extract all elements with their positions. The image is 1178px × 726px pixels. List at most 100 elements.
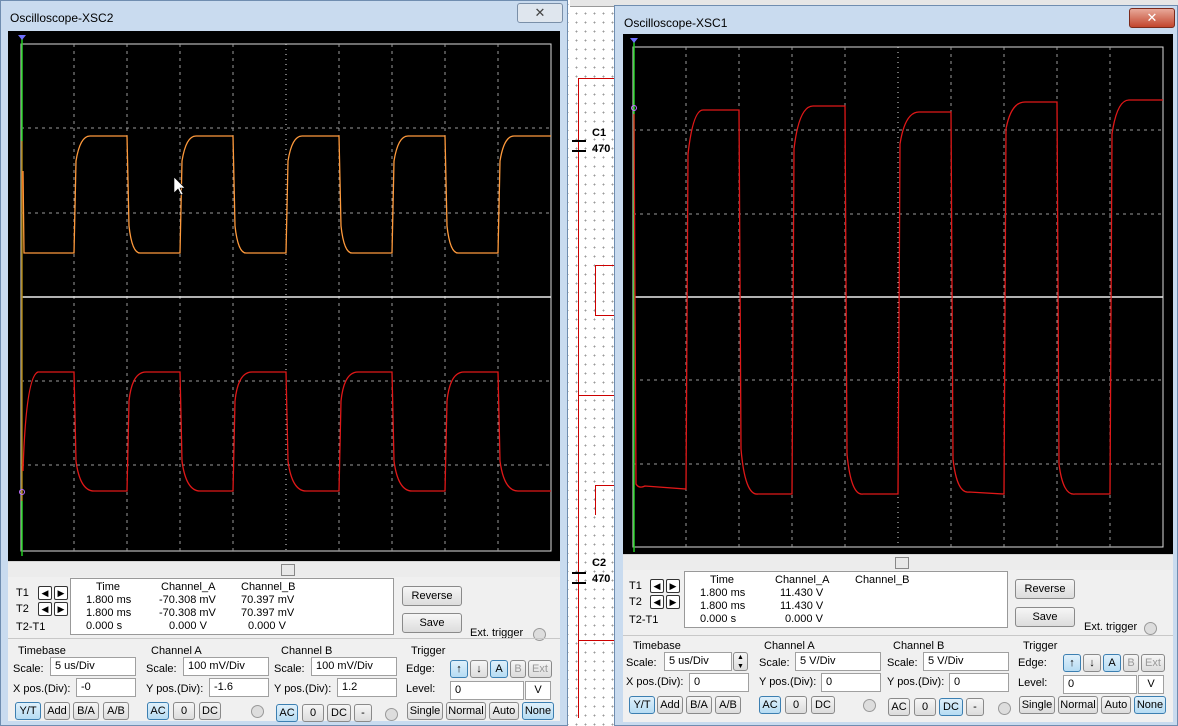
channel-b-dc-button[interactable]: DC xyxy=(939,698,963,716)
trigger-source-a-button[interactable]: A xyxy=(490,660,508,678)
trigger-auto-button[interactable]: Auto xyxy=(489,702,519,720)
save-button[interactable]: Save xyxy=(402,613,462,633)
capacitor-c2-value: 470 xyxy=(592,573,611,585)
channel-a-terminal[interactable] xyxy=(251,705,264,718)
channel-b-invert-button[interactable]: - xyxy=(966,698,984,716)
channel-b-ac-button[interactable]: AC xyxy=(888,698,910,716)
horizontal-scrollbar[interactable] xyxy=(623,554,1173,570)
trigger-single-button[interactable]: Single xyxy=(1019,696,1055,714)
cursor-t1-marker xyxy=(630,38,638,43)
ext-trigger-terminal[interactable] xyxy=(1144,622,1157,635)
add-button[interactable]: Add xyxy=(44,702,70,720)
close-button[interactable]: ✕ xyxy=(1129,8,1175,28)
capacitor-c2-symbol[interactable] xyxy=(572,572,586,584)
yt-button[interactable]: Y/T xyxy=(629,696,655,714)
rising-edge-icon[interactable]: ↑ xyxy=(1063,654,1081,672)
t1-left-arrow-icon[interactable]: ◀ xyxy=(650,579,664,593)
trigger-normal-button[interactable]: Normal xyxy=(446,702,486,720)
trigger-source-b-button[interactable]: B xyxy=(510,660,526,678)
ext-trigger-terminal[interactable] xyxy=(533,628,546,641)
channel-b-terminal[interactable] xyxy=(385,708,398,721)
channel-a-terminal[interactable] xyxy=(863,699,876,712)
graticule-grid xyxy=(21,44,551,551)
b-over-a-button[interactable]: B/A xyxy=(73,702,99,720)
timebase-xpos-field[interactable]: -0 xyxy=(76,678,136,697)
channel-a-ypos-field[interactable]: -1.6 xyxy=(209,678,269,697)
channel-a-scale-field[interactable]: 5 V/Div xyxy=(795,652,881,671)
channel-b-ypos-label: Y pos.(Div): xyxy=(887,676,945,688)
t2-left-arrow-icon[interactable]: ◀ xyxy=(38,602,52,616)
reverse-button[interactable]: Reverse xyxy=(402,586,462,606)
channel-b-zero-button[interactable]: 0 xyxy=(914,698,936,716)
channel-b-dc-button[interactable]: DC xyxy=(327,704,351,722)
trigger-source-b-button[interactable]: B xyxy=(1123,654,1139,672)
trigger-auto-button[interactable]: Auto xyxy=(1101,696,1131,714)
title-bar[interactable]: Oscilloscope-XSC1 ✕ xyxy=(615,6,1177,36)
rising-edge-icon[interactable]: ↑ xyxy=(450,660,468,678)
channel-a-ac-button[interactable]: AC xyxy=(759,696,781,714)
timebase-scale-field[interactable]: 5 us/Div xyxy=(50,657,136,676)
t2-t1-time: 0.000 s xyxy=(700,613,737,625)
yt-button[interactable]: Y/T xyxy=(15,702,41,720)
trigger-source-a-button[interactable]: A xyxy=(1103,654,1121,672)
falling-edge-icon[interactable]: ↓ xyxy=(470,660,488,678)
capacitor-c1-symbol[interactable] xyxy=(572,140,586,152)
trigger-title: Trigger xyxy=(1023,640,1058,652)
channel-a-zero-button[interactable]: 0 xyxy=(785,696,807,714)
trigger-level-unit[interactable]: V xyxy=(525,681,551,700)
channel-b-ypos-field[interactable]: 1.2 xyxy=(337,678,397,697)
scrollbar-thumb[interactable] xyxy=(281,564,295,576)
channel-b-zero-button[interactable]: 0 xyxy=(302,704,324,722)
t2-t1-time: 0.000 s xyxy=(86,620,123,632)
t1-right-arrow-icon[interactable]: ▶ xyxy=(54,586,68,600)
channel-b-scale-field[interactable]: 5 V/Div xyxy=(923,652,1009,671)
t2-t1-label: T2-T1 xyxy=(16,621,46,633)
timebase-scale-field[interactable]: 5 us/Div xyxy=(664,652,732,671)
falling-edge-icon[interactable]: ↓ xyxy=(1083,654,1101,672)
oscilloscope-xsc1-window[interactable]: Oscilloscope-XSC1 ✕ T1 ◀ ▶ T2 ◀ ▶ T2-T1 … xyxy=(614,5,1178,726)
close-button[interactable]: ✕ xyxy=(517,3,563,23)
trigger-source-ext-button[interactable]: Ext xyxy=(528,660,552,678)
t1-right-arrow-icon[interactable]: ▶ xyxy=(666,579,680,593)
a-over-b-button[interactable]: A/B xyxy=(103,702,129,720)
scope-display[interactable] xyxy=(8,31,560,561)
t1-left-arrow-icon[interactable]: ◀ xyxy=(38,586,52,600)
trigger-none-button[interactable]: None xyxy=(1134,696,1166,714)
t2-t1-label: T2-T1 xyxy=(629,614,659,626)
channel-b-invert-button[interactable]: - xyxy=(354,704,372,722)
channel-a-ac-button[interactable]: AC xyxy=(147,702,169,720)
trigger-none-button[interactable]: None xyxy=(522,702,554,720)
channel-b-scale-field[interactable]: 100 mV/Div xyxy=(311,657,397,676)
channel-b-terminal[interactable] xyxy=(998,702,1011,715)
scrollbar-thumb[interactable] xyxy=(895,557,909,569)
channel-b-ypos-field[interactable]: 0 xyxy=(949,673,1009,692)
trigger-single-button[interactable]: Single xyxy=(407,702,443,720)
channel-a-zero-button[interactable]: 0 xyxy=(173,702,195,720)
horizontal-scrollbar[interactable] xyxy=(8,561,560,577)
trigger-source-ext-button[interactable]: Ext xyxy=(1141,654,1165,672)
channel-a-dc-button[interactable]: DC xyxy=(811,696,835,714)
channel-a-scale-field[interactable]: 100 mV/Div xyxy=(183,657,269,676)
reverse-button[interactable]: Reverse xyxy=(1015,579,1075,599)
channel-a-ypos-field[interactable]: 0 xyxy=(821,673,881,692)
trigger-level-field[interactable]: 0 xyxy=(450,681,524,700)
save-button[interactable]: Save xyxy=(1015,607,1075,627)
title-bar[interactable]: Oscilloscope-XSC2 ✕ xyxy=(1,1,567,31)
b-over-a-button[interactable]: B/A xyxy=(686,696,712,714)
channel-b-ac-button[interactable]: AC xyxy=(276,704,298,722)
channel-a-dc-button[interactable]: DC xyxy=(199,702,221,720)
timebase-scale-label: Scale: xyxy=(626,657,657,669)
trigger-normal-button[interactable]: Normal xyxy=(1058,696,1098,714)
a-over-b-button[interactable]: A/B xyxy=(715,696,741,714)
t2-left-arrow-icon[interactable]: ◀ xyxy=(650,595,664,609)
oscilloscope-xsc2-window[interactable]: Oscilloscope-XSC2 ✕ T1 ◀ ▶ T2 ◀ ▶ T2-T1 … xyxy=(0,0,568,726)
trigger-level-unit[interactable]: V xyxy=(1138,675,1164,694)
trigger-level-field[interactable]: 0 xyxy=(1063,675,1137,694)
t2-right-arrow-icon[interactable]: ▶ xyxy=(666,595,680,609)
t2-right-arrow-icon[interactable]: ▶ xyxy=(54,602,68,616)
timebase-spin-icon[interactable]: ▲ ▼ xyxy=(733,652,748,671)
timebase-xpos-field[interactable]: 0 xyxy=(689,673,749,692)
add-button[interactable]: Add xyxy=(657,696,683,714)
header-channel-a: Channel_A xyxy=(775,574,830,586)
scope-display[interactable] xyxy=(623,34,1173,554)
